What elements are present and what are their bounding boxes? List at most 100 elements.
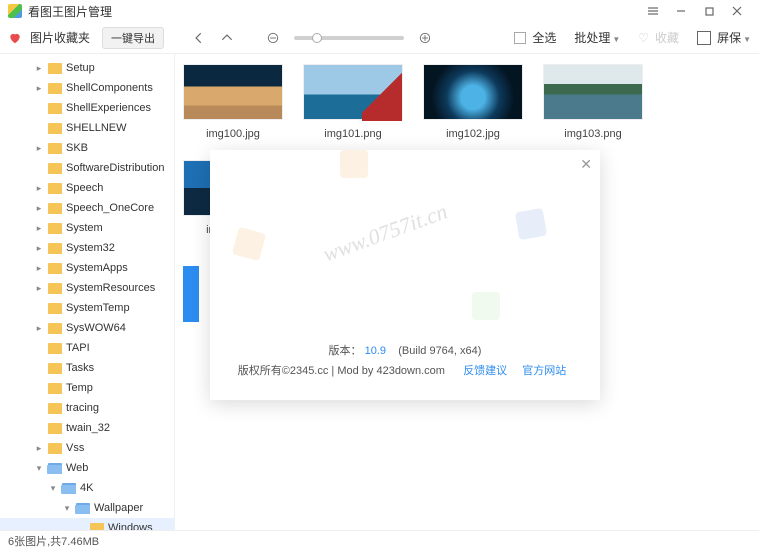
thumbnail[interactable]: img101.png [303, 64, 403, 140]
expand-icon[interactable]: ▸ [34, 443, 44, 454]
collapse-icon[interactable]: ▾ [48, 483, 58, 494]
expand-icon[interactable]: ▸ [34, 203, 44, 214]
title-bar: 看图王图片管理 [0, 0, 759, 22]
expand-icon[interactable]: ▸ [34, 243, 44, 254]
tree-item[interactable]: SoftwareDistribution [0, 158, 174, 178]
tree-item[interactable]: ▸Speech_OneCore [0, 198, 174, 218]
folder-icon [48, 243, 62, 254]
tree-item[interactable]: ▸ Setup [0, 58, 174, 78]
watermark-box-icon [232, 227, 266, 261]
tree-item[interactable]: ▸SysWOW64 [0, 318, 174, 338]
tree-label: SystemApps [66, 262, 128, 274]
tree-item[interactable]: ▸ ShellComponents [0, 78, 174, 98]
folder-icon [90, 523, 104, 531]
tree-item[interactable]: ▾Web [0, 458, 174, 478]
folder-icon [48, 303, 62, 314]
tree-label: TAPI [66, 342, 90, 354]
screensaver-button[interactable]: 屏保▼ [717, 29, 751, 46]
collapse-icon[interactable]: ▾ [62, 503, 72, 514]
tree-item[interactable]: ▸ SystemApps [0, 258, 174, 278]
thumbnail-image[interactable] [543, 64, 643, 120]
folder-icon [48, 103, 62, 114]
website-link[interactable]: 官方网站 [522, 365, 566, 377]
watermark-box-icon [472, 292, 500, 320]
tree-item[interactable]: SystemTemp [0, 298, 174, 318]
select-all-label[interactable]: 全选 [532, 29, 556, 46]
tree-label: Wallpaper [94, 502, 143, 514]
tree-item[interactable]: Tasks [0, 358, 174, 378]
favorites-label[interactable]: 图片收藏夹 [30, 29, 90, 46]
zoom-out-button[interactable] [262, 27, 284, 49]
expand-icon[interactable]: ▸ [34, 143, 44, 154]
tree-item[interactable]: Windows [0, 518, 174, 530]
expand-icon[interactable]: ▸ [34, 63, 44, 74]
tree-label: Vss [66, 442, 84, 454]
status-bar: 6张图片,共7.46MB [0, 530, 759, 550]
folder-icon [48, 223, 62, 234]
expand-icon[interactable]: ▸ [34, 83, 44, 94]
tree-label: SystemResources [66, 282, 155, 294]
thumbnail-image[interactable] [183, 64, 283, 120]
tree-item[interactable]: SHELLNEW [0, 118, 174, 138]
tree-item[interactable]: Temp [0, 378, 174, 398]
tree-item[interactable]: tracing [0, 398, 174, 418]
window-title: 看图王图片管理 [28, 3, 639, 20]
thumbnail-image[interactable] [423, 64, 523, 120]
slider-knob[interactable] [312, 33, 322, 43]
tree-item[interactable]: TAPI [0, 338, 174, 358]
dialog-close-button[interactable]: ✕ [580, 156, 592, 173]
folder-icon [48, 403, 62, 414]
batch-process-button[interactable]: 批处理▼ [574, 29, 620, 46]
expand-icon[interactable]: ▸ [34, 323, 44, 334]
tree-label: ShellComponents [66, 82, 153, 94]
partial-thumbnail[interactable] [183, 266, 199, 322]
folder-icon [48, 163, 62, 174]
tree-item[interactable]: ▸ SystemResources [0, 278, 174, 298]
collapse-icon[interactable]: ▾ [34, 463, 44, 474]
tree-label: Windows [108, 522, 153, 530]
version-line: 版本： 10.9 (Build 9764, x64) [210, 342, 600, 362]
thumbnail[interactable]: img102.jpg [423, 64, 523, 140]
tree-item[interactable]: ▸ SKB [0, 138, 174, 158]
zoom-slider[interactable] [294, 36, 404, 40]
select-all-checkbox[interactable] [514, 32, 526, 44]
watermark-text: www.0757it.cn [319, 198, 450, 267]
folder-icon [76, 503, 90, 514]
version-number: 10.9 [365, 345, 386, 357]
tree-item[interactable]: ShellExperiences [0, 98, 174, 118]
minimize-button[interactable] [667, 1, 695, 21]
folder-tree[interactable]: ▸ Setup ▸ ShellComponents ShellExperiencesSH… [0, 54, 175, 530]
back-button[interactable] [188, 27, 210, 49]
tree-item[interactable]: twain_32 [0, 418, 174, 438]
export-button[interactable]: 一键导出 [102, 27, 164, 49]
tree-item[interactable]: ▸System [0, 218, 174, 238]
maximize-button[interactable] [695, 1, 723, 21]
zoom-in-button[interactable] [414, 27, 436, 49]
thumbnail[interactable]: img100.jpg [183, 64, 283, 140]
expand-icon[interactable]: ▸ [34, 183, 44, 194]
folder-icon [48, 263, 62, 274]
menu-button[interactable] [639, 1, 667, 21]
expand-icon[interactable]: ▸ [34, 263, 44, 274]
tree-label: SKB [66, 142, 88, 154]
thumbnail-image[interactable] [303, 64, 403, 120]
thumbnail-filename: img100.jpg [183, 128, 283, 140]
favorite-button[interactable]: 收藏 [655, 29, 679, 46]
expand-icon[interactable]: ▸ [34, 223, 44, 234]
tree-item[interactable]: ▾4K [0, 478, 174, 498]
expand-icon[interactable]: ▸ [34, 283, 44, 294]
close-button[interactable] [723, 1, 751, 21]
thumbnail[interactable]: img103.png [543, 64, 643, 140]
thumbnail-filename: img102.jpg [423, 128, 523, 140]
screensaver-icon [697, 31, 711, 45]
tree-item[interactable]: ▸Speech [0, 178, 174, 198]
feedback-link[interactable]: 反馈建议 [463, 365, 507, 377]
tree-item[interactable]: ▾ Wallpaper [0, 498, 174, 518]
tree-item[interactable]: ▸ Vss [0, 438, 174, 458]
tree-item[interactable]: ▸System32 [0, 238, 174, 258]
folder-icon [48, 283, 62, 294]
status-text: 6张图片,共7.46MB [8, 533, 99, 549]
up-button[interactable] [216, 27, 238, 49]
tree-label: Setup [66, 62, 95, 74]
tree-label: SoftwareDistribution [66, 162, 164, 174]
